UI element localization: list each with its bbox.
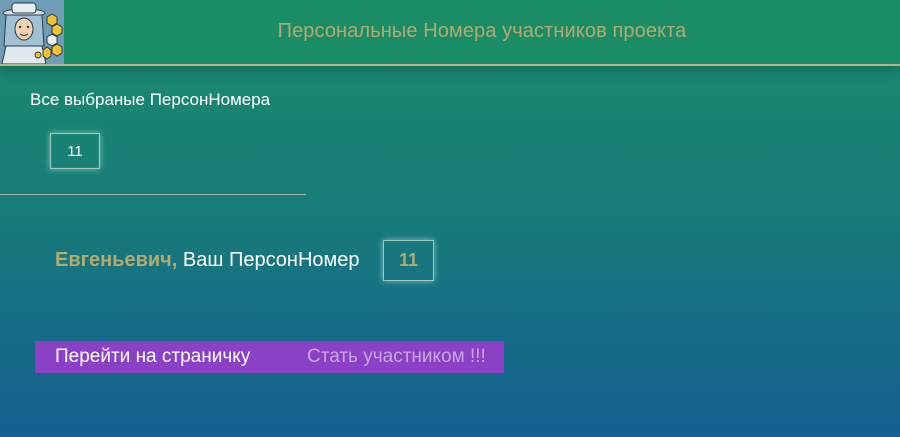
user-greeting: Евгеньевич, Ваш ПерсонНомер [55, 249, 360, 272]
goto-page-button[interactable]: Перейти на страничку [55, 346, 250, 368]
action-bar: Перейти на страничку Стать участником !!… [35, 341, 504, 373]
personal-number-badge: 11 [383, 240, 434, 281]
section-divider [0, 194, 306, 195]
selected-number-badge[interactable]: 11 [50, 133, 100, 169]
user-name: Евгеньевич, [55, 249, 178, 271]
selected-numbers-label: Все выбраные ПерсонНомера [30, 90, 271, 109]
beekeeper-avatar-icon [0, 0, 64, 64]
greeting-text: Ваш ПерсонНомер [177, 249, 360, 271]
page-title: Персональные Номера участников проекта [277, 20, 687, 42]
become-participant-button[interactable]: Стать участником !!! [307, 346, 486, 368]
app-header: Персональные Номера участников проекта [0, 0, 900, 66]
